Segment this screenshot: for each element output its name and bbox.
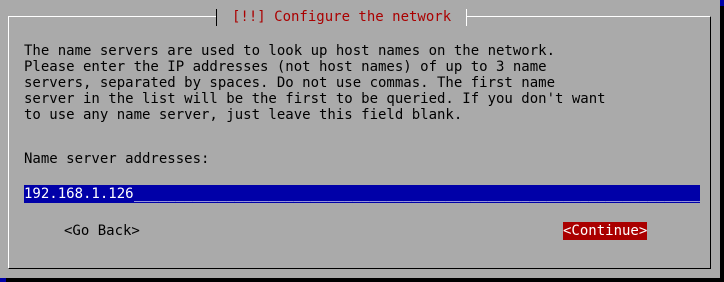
name-server-input[interactable]: 192.168.1.126 __________________________… — [24, 185, 700, 203]
dialog-description: The name servers are used to look up hos… — [24, 43, 606, 123]
installer-screen: [!!] Configure the network The name serv… — [0, 0, 724, 282]
title-right-tick — [466, 8, 468, 26]
dialog-title-bar: [!!] Configure the network — [216, 8, 468, 26]
dialog-panel: [!!] Configure the network The name serv… — [0, 0, 720, 278]
dialog-shadow-right — [720, 6, 724, 282]
go-back-button[interactable]: <Go Back> — [64, 222, 140, 240]
dialog-title: [!!] Configure the network — [232, 9, 452, 25]
continue-button[interactable]: <Continue> — [563, 222, 648, 240]
name-server-input-fill: ________________________________________… — [133, 186, 700, 202]
name-server-label: Name server addresses: — [24, 151, 210, 167]
dialog-shadow-bottom — [6, 278, 724, 282]
name-server-input-value[interactable]: 192.168.1.126 — [24, 185, 134, 203]
